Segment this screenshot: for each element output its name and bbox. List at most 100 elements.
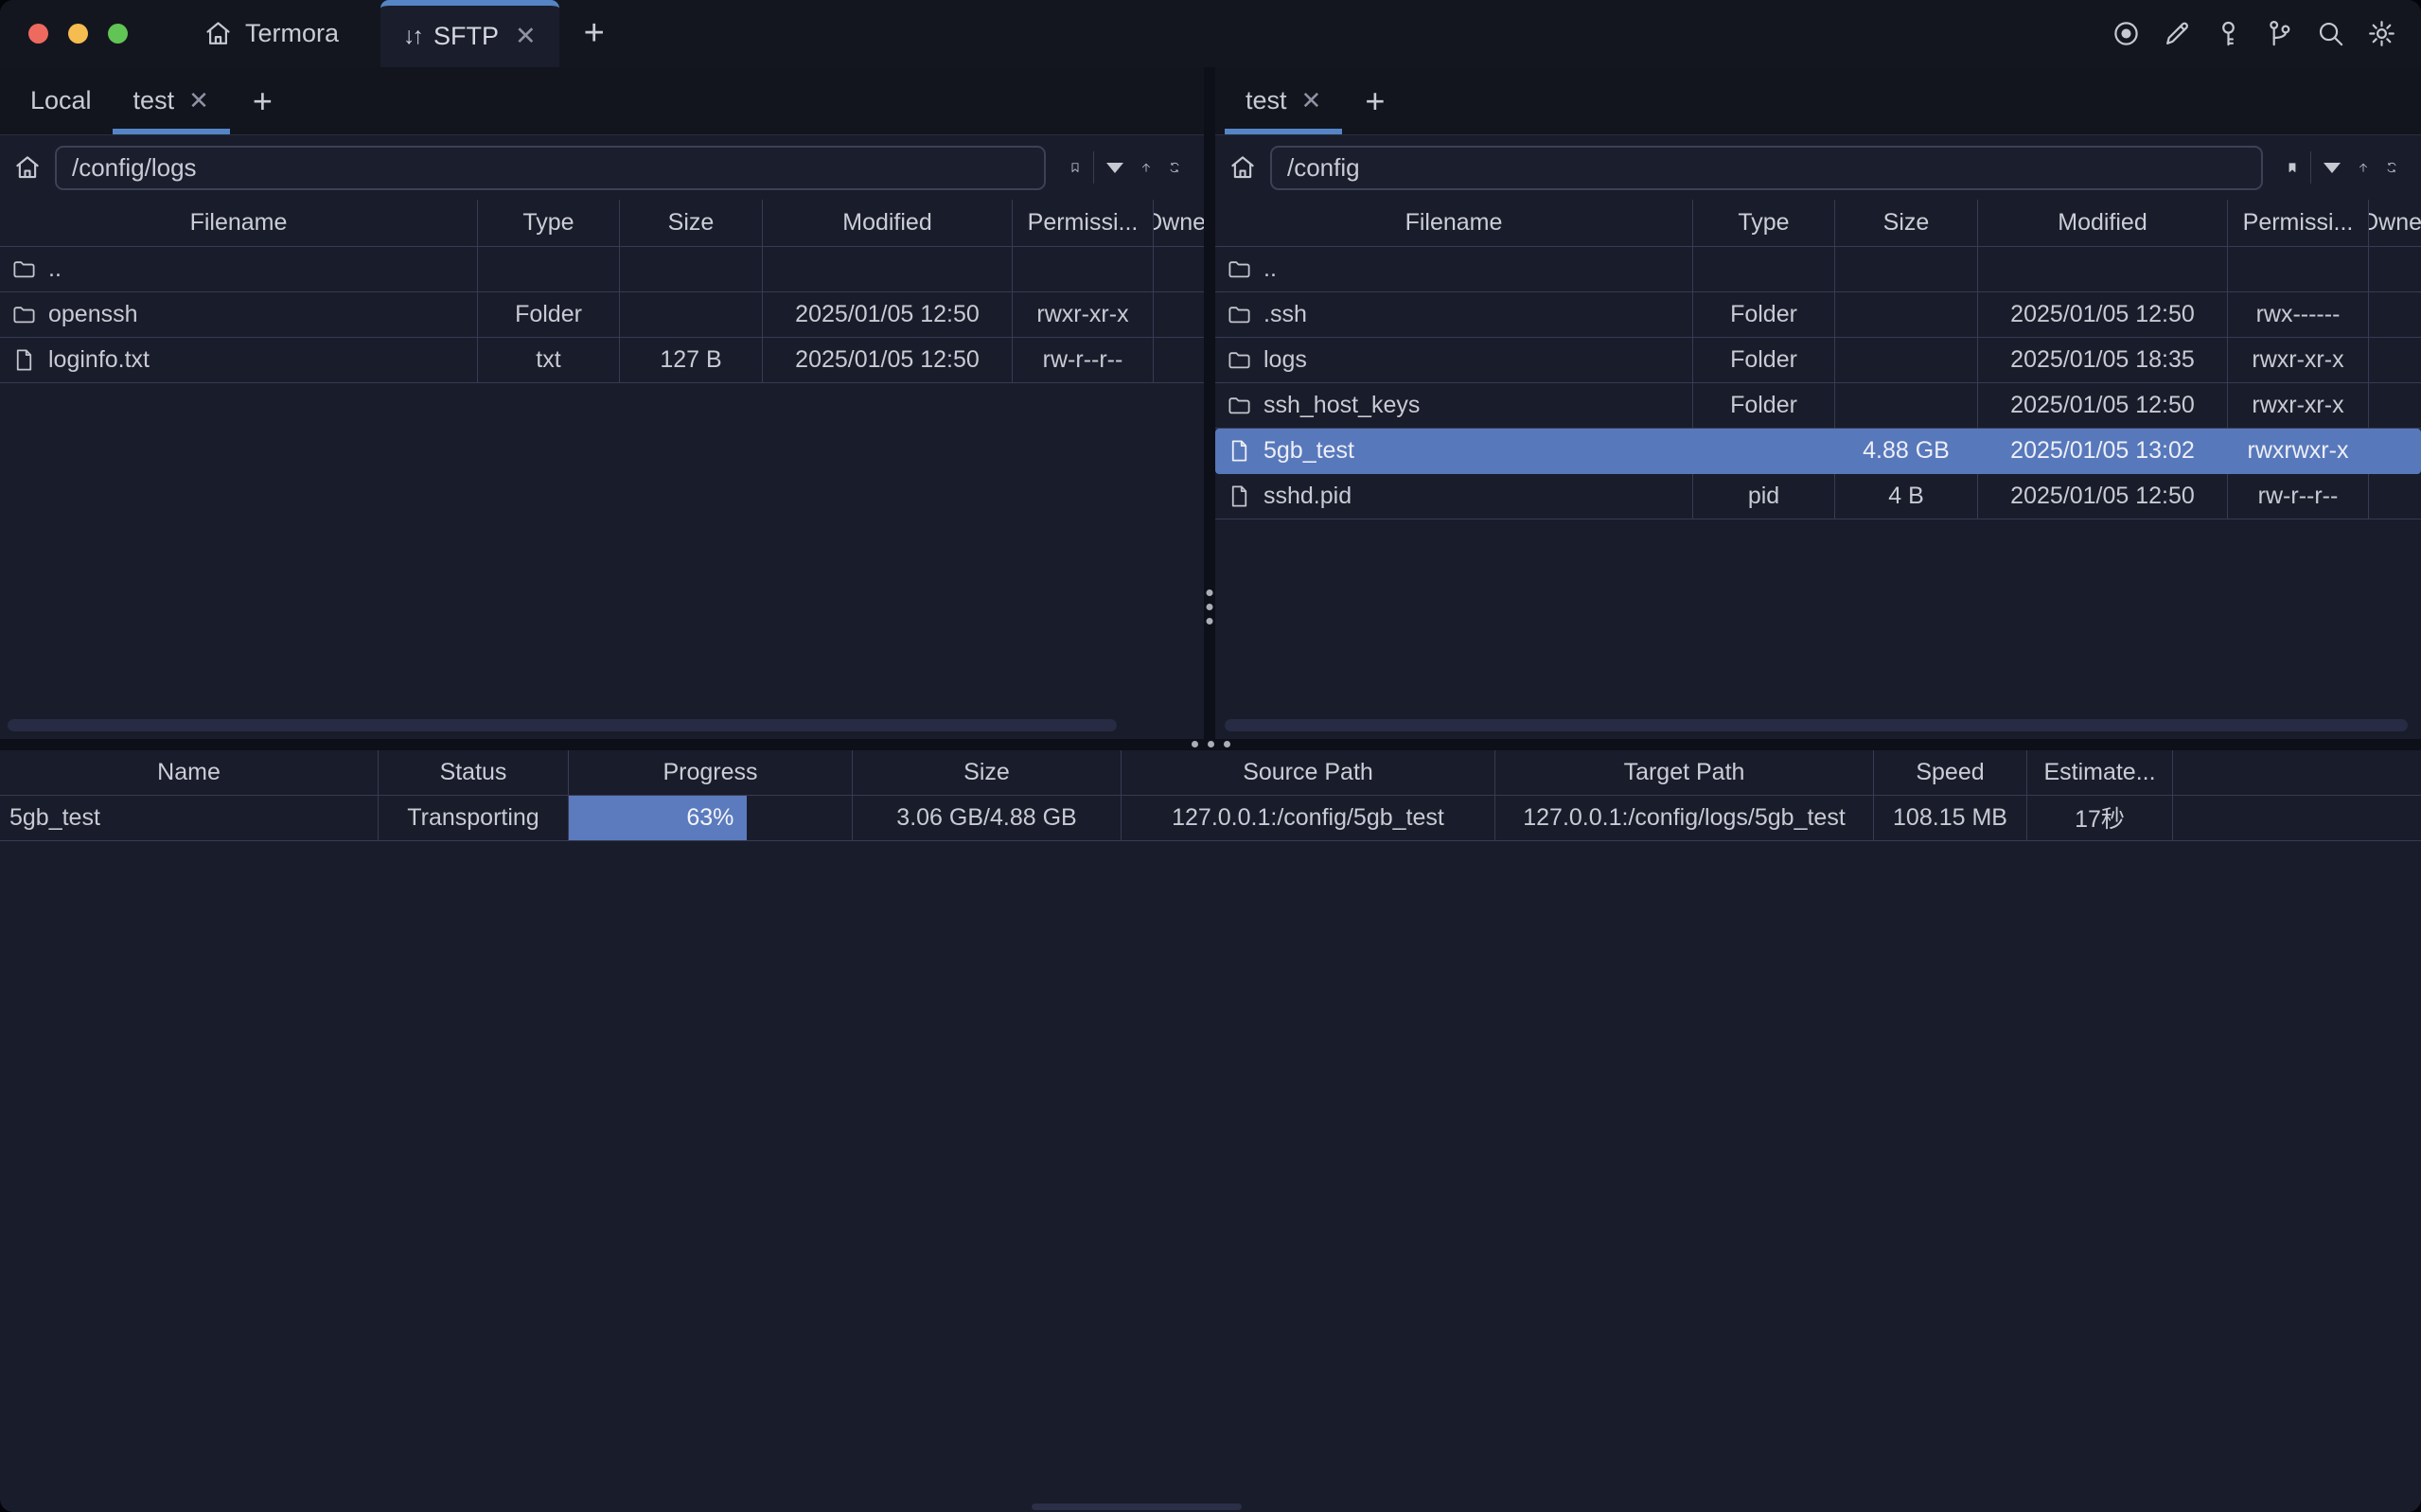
file-row-openssh[interactable]: opensshFolder2025/01/05 12:50rwxr-xr-x: [0, 292, 1204, 338]
horizontal-scrollbar[interactable]: [1225, 719, 2408, 731]
bookmark-icon[interactable]: [1061, 153, 1089, 182]
transfer-row-5gbtest[interactable]: 5gb_testTransporting63%3.06 GB/4.88 GB12…: [0, 796, 2421, 841]
file-row-loginfotxt[interactable]: loginfo.txttxt127 B2025/01/05 12:50rw-r-…: [0, 338, 1204, 383]
permissions-cell: rwx------: [2228, 292, 2369, 337]
file-row-sshdpid[interactable]: sshd.pidpid4 B2025/01/05 12:50rw-r--r--: [1215, 474, 2421, 519]
column-header-type[interactable]: Type: [478, 200, 620, 246]
estimate-cell: 17秒: [2027, 796, 2173, 840]
transfer-panel: NameStatusProgressSizeSource PathTarget …: [0, 750, 2421, 841]
file-row-sshhostkeys[interactable]: ssh_host_keysFolder2025/01/05 12:50rwxr-…: [1215, 383, 2421, 429]
up-directory-icon[interactable]: [1132, 153, 1160, 182]
column-header-type[interactable]: Type: [1693, 200, 1835, 246]
column-header-size[interactable]: Size: [620, 200, 763, 246]
column-header-source-path[interactable]: Source Path: [1122, 750, 1495, 795]
home-icon[interactable]: [1228, 153, 1257, 182]
tab-sftp-close-icon[interactable]: ✕: [515, 24, 537, 49]
tab-termora-label: Termora: [245, 19, 339, 48]
pane-tab-close-icon[interactable]: ✕: [188, 86, 209, 115]
zoom-window-button[interactable]: [108, 24, 128, 44]
column-header-owner[interactable]: Owner: [2369, 200, 2421, 246]
file-icon: [11, 347, 37, 373]
column-header-estimate[interactable]: Estimate...: [2027, 750, 2173, 795]
pane-tab-test[interactable]: test ✕: [113, 67, 230, 134]
key-icon[interactable]: [2214, 19, 2243, 48]
modified-cell: 2025/01/05 12:50: [763, 338, 1013, 382]
column-header-permissi[interactable]: Permissi...: [2228, 200, 2369, 246]
modified-cell: 2025/01/05 12:50: [1978, 292, 2228, 337]
folder-icon: [1227, 347, 1252, 373]
pane-tab-local-label: Local: [30, 86, 92, 115]
settings-gear-icon[interactable]: [2367, 19, 2396, 48]
file-row-[interactable]: ..: [1215, 247, 2421, 292]
column-header-modified[interactable]: Modified: [763, 200, 1013, 246]
column-header-speed[interactable]: Speed: [1874, 750, 2027, 795]
size-cell: 4 B: [1835, 474, 1978, 519]
edit-pencil-icon[interactable]: [2163, 19, 2192, 48]
column-header-size[interactable]: Size: [853, 750, 1122, 795]
column-header-modified[interactable]: Modified: [1978, 200, 2228, 246]
size-cell: [620, 292, 763, 337]
refresh-icon[interactable]: [1160, 153, 1189, 182]
type-cell: pid: [1693, 474, 1835, 519]
transfer-splitter[interactable]: [0, 739, 2421, 750]
column-header-trailing: [2173, 750, 2421, 795]
record-icon[interactable]: [2112, 19, 2141, 48]
home-icon: [203, 19, 233, 48]
column-header-permissi[interactable]: Permissi...: [1013, 200, 1154, 246]
owner-cell: [2369, 474, 2421, 519]
titlebar-toolbar: [2112, 0, 2421, 67]
remote-file-table: FilenameTypeSizeModifiedPermissi...Owner…: [1215, 200, 2421, 739]
trailing-cell: [2173, 796, 2421, 840]
horizontal-scrollbar[interactable]: [1032, 1503, 1242, 1510]
bookmark-filled-icon[interactable]: [2278, 153, 2306, 182]
pane-add-tab-button[interactable]: +: [230, 67, 295, 134]
pane-tab-local[interactable]: Local: [9, 67, 113, 134]
tab-sftp[interactable]: ↓↑ SFTP ✕: [380, 0, 559, 67]
file-row-logs[interactable]: logsFolder2025/01/05 18:35rwxr-xr-x: [1215, 338, 2421, 383]
up-directory-icon[interactable]: [2349, 153, 2377, 182]
column-header-target-path[interactable]: Target Path: [1495, 750, 1874, 795]
column-header-owner[interactable]: Owner: [1154, 200, 1204, 246]
file-row-[interactable]: ..: [0, 247, 1204, 292]
search-icon[interactable]: [2316, 19, 2345, 48]
file-table-header: FilenameTypeSizeModifiedPermissi...Owner: [1215, 200, 2421, 247]
filename-cell: loginfo.txt: [0, 338, 478, 382]
column-header-status[interactable]: Status: [379, 750, 569, 795]
horizontal-scrollbar[interactable]: [8, 719, 1117, 731]
type-cell: [1693, 429, 1835, 473]
close-window-button[interactable]: [28, 24, 48, 44]
bookmark-dropdown-caret-icon[interactable]: [1098, 163, 1132, 173]
refresh-icon[interactable]: [2377, 153, 2406, 182]
pane-splitter-handle[interactable]: [1207, 589, 1213, 624]
column-header-filename[interactable]: Filename: [0, 200, 478, 246]
new-tab-button[interactable]: +: [559, 0, 629, 67]
pane-tab-close-icon[interactable]: ✕: [1301, 86, 1322, 115]
folder-icon: [11, 302, 37, 327]
branch-icon[interactable]: [2265, 19, 2294, 48]
folder-icon: [1227, 256, 1252, 282]
column-header-name[interactable]: Name: [0, 750, 379, 795]
remote-path-input[interactable]: [1272, 153, 2261, 183]
remote-pane-tabs: test ✕ +: [1215, 67, 2421, 135]
column-header-filename[interactable]: Filename: [1215, 200, 1693, 246]
column-header-size[interactable]: Size: [1835, 200, 1978, 246]
bookmark-dropdown-caret-icon[interactable]: [2315, 163, 2349, 173]
modified-cell: [1978, 247, 2228, 291]
column-header-progress[interactable]: Progress: [569, 750, 853, 795]
minimize-window-button[interactable]: [68, 24, 88, 44]
pane-tab-test[interactable]: test ✕: [1225, 67, 1342, 134]
permissions-cell: rwxr-xr-x: [2228, 338, 2369, 382]
file-row-ssh[interactable]: .sshFolder2025/01/05 12:50rwx------: [1215, 292, 2421, 338]
progress-bar-fill: 63%: [569, 796, 747, 840]
local-path-input[interactable]: [57, 153, 1044, 183]
transfer-table-header: NameStatusProgressSizeSource PathTarget …: [0, 750, 2421, 796]
size-cell: 127 B: [620, 338, 763, 382]
tab-termora[interactable]: Termora: [177, 0, 365, 67]
target-path-cell: 127.0.0.1:/config/logs/5gb_test: [1495, 796, 1874, 840]
home-icon[interactable]: [13, 153, 42, 182]
filename-label: ..: [1264, 255, 1277, 283]
pane-splitter[interactable]: [1204, 67, 1215, 739]
file-row-5gbtest[interactable]: 5gb_test4.88 GB2025/01/05 13:02rwxrwxr-x: [1215, 429, 2421, 474]
pane-add-tab-button[interactable]: +: [1342, 67, 1407, 134]
filename-cell: sshd.pid: [1215, 474, 1693, 519]
